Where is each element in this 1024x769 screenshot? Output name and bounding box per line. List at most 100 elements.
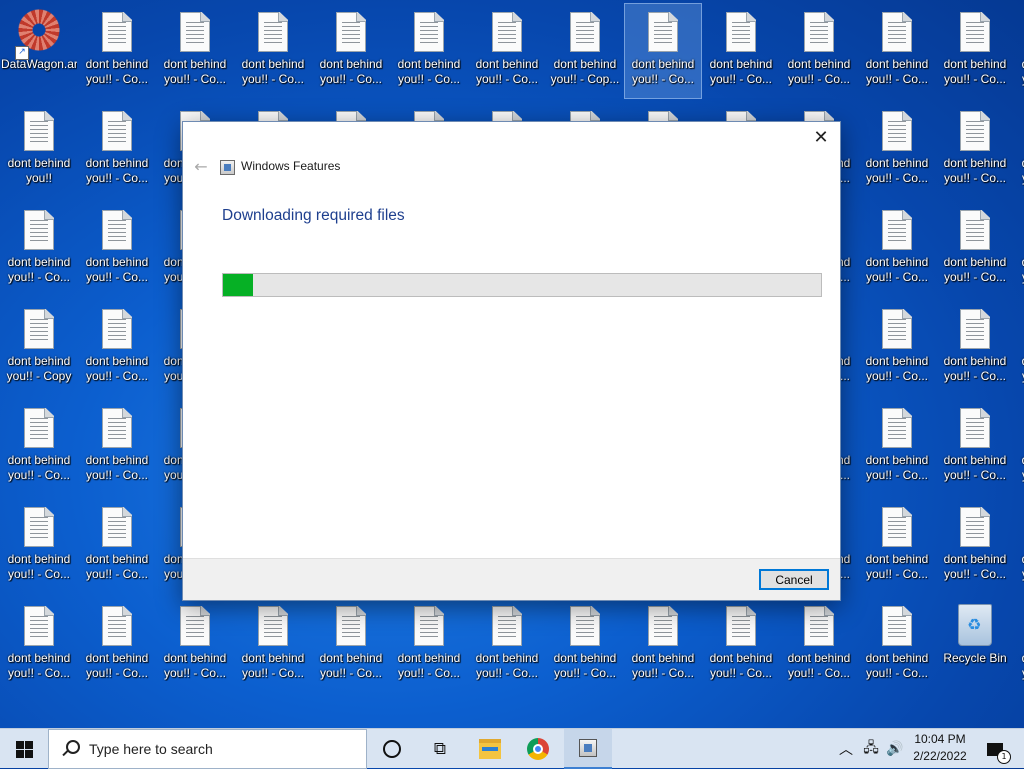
desktop-file-icon[interactable]: dont behind you!! - Co... [624,3,702,99]
desktop-file-icon[interactable]: dont behind you!! - Co... [1015,499,1024,593]
desktop-file-icon[interactable]: dont behind you!! - Co... [1015,202,1024,296]
desktop-file-icon[interactable]: dont behind you!! - Co... [547,598,623,692]
text-document-icon [882,210,912,250]
desktop-file-icon[interactable]: dont behind you!! - Co... [157,598,233,692]
recycle-bin[interactable]: ♻ Recycle Bin [937,598,1013,692]
desktop-file-icon[interactable]: dont behind you!! - Co... [703,4,779,98]
desktop-file-icon[interactable]: dont behind you!! - Co... [937,202,1013,296]
desktop-file-icon[interactable]: dont behind you!! - Co... [391,4,467,98]
desktop-file-icon[interactable]: dont behind you!! - Co... [1015,598,1024,692]
back-arrow-icon[interactable]: ← [191,156,211,176]
close-button[interactable]: ✕ [806,124,836,150]
desktop-file-icon[interactable]: dont behind you!! - Copy [1,301,77,395]
show-hidden-icons-button[interactable]: ︿ [836,729,856,769]
desktop-file-icon[interactable]: dont behind you!! - Co... [1015,103,1024,197]
search-icon [61,740,80,758]
desktop-icon-label: dont behind you!! - Co... [7,651,71,680]
text-document-icon [570,12,600,52]
desktop-icon-label: dont behind you!! - Co... [943,453,1007,482]
desktop-icon-label: dont behind you!! - Cop... [550,57,620,86]
desktop-file-icon[interactable]: dont behind you!! - Co... [703,598,779,692]
desktop-icon-label: dont behind you!! - Co... [1015,156,1024,186]
desktop-file-icon[interactable]: dont behind you!! - Co... [79,400,155,494]
text-document-icon [960,111,990,151]
desktop-icon-label: dont behind you!! - Co... [319,651,383,680]
desktop-file-icon[interactable]: dont behind you!! - Co... [859,301,935,395]
desktop-file-icon[interactable]: dont behind you!! [1,103,77,197]
desktop-file-icon[interactable]: dont behind you!! - Co... [859,4,935,98]
desktop-icon-label: dont behind you!! - Co... [787,57,851,86]
desktop-icon-label: dont behind you!! - Co... [787,651,851,680]
desktop-file-icon[interactable]: dont behind you!! - Co... [937,301,1013,395]
action-center-button[interactable]: 1 [980,729,1011,769]
desktop-app-shortcut[interactable]: ↗ DataWagon.ar [1,4,77,98]
desktop-file-icon[interactable]: dont behind you!! - Co... [1015,400,1024,494]
desktop-file-icon[interactable]: dont behind you!! - Co... [937,400,1013,494]
network-button[interactable]: 🖧 [858,729,884,769]
desktop-file-icon[interactable]: dont behind you!! - Co... [1,598,77,692]
text-document-icon [102,408,132,448]
speaker-icon: 🔊 [886,741,904,757]
desktop-file-icon[interactable]: dont behind you!! - Co... [313,598,389,692]
desktop-file-icon[interactable]: dont behind you!! - Co... [79,103,155,197]
desktop-file-icon[interactable]: dont behind you!! - Co... [859,202,935,296]
desktop-file-icon[interactable]: dont behind you!! - Co... [79,4,155,98]
desktop-file-icon[interactable]: dont behind you!! - Co... [313,4,389,98]
desktop-file-icon[interactable]: dont behind you!! - Co... [937,4,1013,98]
desktop-file-icon[interactable]: dont behind you!! - Co... [859,499,935,593]
notification-icon: 1 [987,742,1011,764]
chrome-button[interactable] [516,729,560,769]
desktop-file-icon[interactable]: dont behind you!! - Co... [79,598,155,692]
desktop-file-icon[interactable]: dont behind you!! - Co... [79,202,155,296]
desktop-file-icon[interactable]: dont behind you!! - Co... [1,202,77,296]
cortana-button[interactable] [372,729,412,769]
desktop-file-icon[interactable]: dont behind you!! - Co... [859,598,935,692]
text-document-icon [414,12,444,52]
desktop-file-icon[interactable]: dont behind you!! - Co... [391,598,467,692]
search-input[interactable]: Type here to search [48,729,367,769]
download-progress-bar [222,273,822,297]
desktop-file-icon[interactable]: dont behind you!! - Co... [1,400,77,494]
clock[interactable]: 10:04 PM 2/22/2022 [908,731,972,767]
desktop-file-icon[interactable]: dont behind you!! - Co... [1,499,77,593]
task-view-button[interactable]: ⧉ [420,729,460,769]
windows-features-taskbar-button[interactable] [564,729,612,769]
desktop-file-icon[interactable]: dont behind you!! - Co... [859,400,935,494]
text-document-icon [102,309,132,349]
cancel-button[interactable]: Cancel [759,569,829,590]
text-document-icon [648,12,678,52]
desktop-file-icon[interactable]: dont behind you!! - Co... [625,598,701,692]
text-document-icon [960,507,990,547]
desktop-icon-label: dont behind you!! - Co... [943,552,1007,581]
desktop-file-icon[interactable]: dont behind you!! - Co... [937,103,1013,197]
clock-date: 2/22/2022 [913,749,967,763]
desktop-file-icon[interactable]: dont behind you!! - Co... [1015,301,1024,395]
start-button[interactable] [0,729,48,769]
text-document-icon [726,606,756,646]
desktop-file-icon[interactable]: dont behind you!! - Co... [781,4,857,98]
text-document-icon [258,606,288,646]
desktop-file-icon[interactable]: dont behind you!! - Co... [469,4,545,98]
desktop-file-icon[interactable]: dont behind you!! - Cop... [547,4,623,98]
dialog-heading: Downloading required files [222,207,405,224]
desktop-icon-label: dont behind you!! - Co... [1015,651,1024,681]
desktop-file-icon[interactable]: dont behind you!! - Co... [235,598,311,692]
desktop-file-icon[interactable]: dont behind you!! - Co... [937,499,1013,593]
desktop-file-icon[interactable]: dont behind you!! - Co... [235,4,311,98]
desktop-file-icon[interactable]: dont behind you!! - Co... [1015,4,1024,98]
windows-features-dialog: ✕ ← Windows Features Downloading require… [182,121,841,601]
text-document-icon [180,606,210,646]
text-document-icon [960,408,990,448]
desktop-file-icon[interactable]: dont behind you!! - Co... [469,598,545,692]
desktop-file-icon[interactable]: dont behind you!! - Co... [157,4,233,98]
desktop-icon-label: dont behind you!! - Co... [397,651,461,680]
desktop-file-icon[interactable]: dont behind you!! - Co... [781,598,857,692]
desktop-file-icon[interactable]: dont behind you!! - Co... [859,103,935,197]
desktop-file-icon[interactable]: dont behind you!! - Co... [79,499,155,593]
desktop-icon-label: dont behind you!! - Co... [631,651,695,680]
volume-button[interactable]: 🔊 [884,729,906,769]
text-document-icon [102,111,132,151]
file-explorer-button[interactable] [468,729,512,769]
desktop-file-icon[interactable]: dont behind you!! - Co... [79,301,155,395]
taskbar: Type here to search ⧉ ︿ 🖧 🔊 10:04 PM 2/2… [0,728,1024,769]
